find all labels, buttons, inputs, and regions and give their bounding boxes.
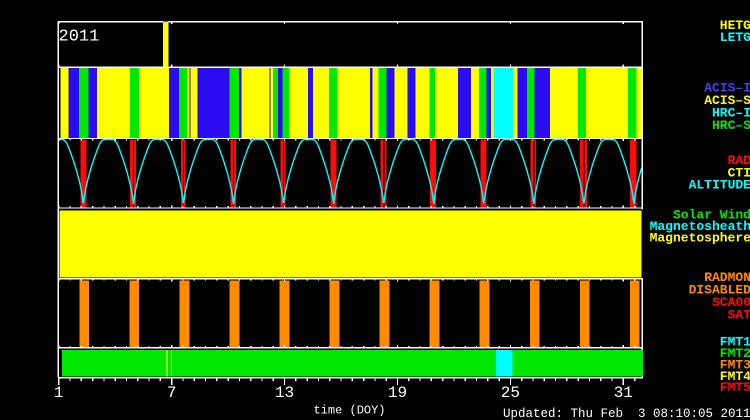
svg-text:2011: 2011 xyxy=(59,27,100,46)
svg-text:13: 13 xyxy=(275,384,294,402)
svg-text:LETG: LETG xyxy=(720,30,750,45)
svg-text:1: 1 xyxy=(54,384,64,402)
svg-text:Updated: Thu Feb 3 08:10:05 2: Updated: Thu Feb 3 08:10:05 2011 xyxy=(503,407,750,420)
svg-text:Magnetosphere: Magnetosphere xyxy=(650,231,750,246)
svg-text:HRC–S: HRC–S xyxy=(712,118,750,133)
svg-text:19: 19 xyxy=(388,384,407,402)
svg-text:31: 31 xyxy=(614,384,633,402)
svg-text:7: 7 xyxy=(167,384,177,402)
svg-text:time (DOY): time (DOY) xyxy=(313,404,385,418)
svg-text:SAT: SAT xyxy=(728,307,750,322)
svg-text:ALTITUDE: ALTITUDE xyxy=(689,177,750,192)
svg-text:25: 25 xyxy=(501,384,520,402)
svg-text:FMT5: FMT5 xyxy=(720,380,750,395)
